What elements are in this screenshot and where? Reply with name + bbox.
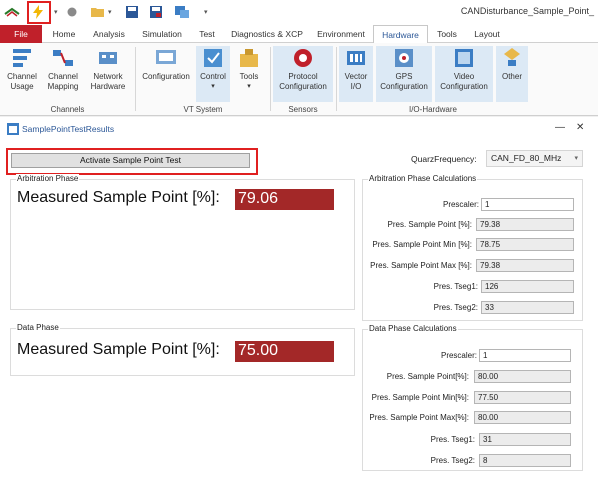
group-label-vt-system: VT System <box>183 105 223 114</box>
network-hardware-icon <box>96 46 120 70</box>
arb-tseg1-field: 126 <box>481 280 574 293</box>
arbitration-phase-title: Arbitration Phase <box>16 174 80 183</box>
window-title: SamplePointTestResults <box>22 124 115 134</box>
open-folder-icon[interactable] <box>90 4 106 20</box>
data-sample-point-min-field: 77.50 <box>474 391 571 404</box>
close-button[interactable]: ✕ <box>576 122 584 133</box>
tools-button[interactable]: Tools ▾ <box>232 46 266 92</box>
stop-measurement-icon[interactable] <box>64 4 80 20</box>
ribbon: Channel Usage Channel Mapping Network Ha… <box>0 43 598 116</box>
customize-dropdown-icon[interactable]: ▾ <box>204 8 208 16</box>
tab-tools[interactable]: Tools <box>432 25 462 43</box>
configuration-button[interactable]: Configuration <box>139 46 193 82</box>
arb-sample-point-field: 79.38 <box>476 218 574 231</box>
data-sample-point-max-field: 80.00 <box>474 411 571 424</box>
start-button-highlight <box>27 1 51 24</box>
group-separator <box>135 47 136 111</box>
data-tseg2-label: Pres. Tseg2: <box>430 456 475 465</box>
arb-sample-point-max-field: 79.38 <box>476 259 574 272</box>
data-measured-label: Measured Sample Point [%]: <box>17 341 220 358</box>
control-button[interactable]: Control ▾ <box>196 46 230 102</box>
data-tseg1-field: 31 <box>479 433 571 446</box>
tab-simulation[interactable]: Simulation <box>137 25 187 43</box>
data-sample-point-max-label: Pres. Sample Point Max[%]: <box>369 413 469 422</box>
window-icon <box>7 123 19 137</box>
quarz-frequency-label: QuarzFrequency: <box>411 154 477 164</box>
tab-home[interactable]: Home <box>47 25 81 43</box>
arb-tseg1-label: Pres. Tseg1: <box>433 282 478 291</box>
gps-icon <box>392 46 416 70</box>
video-configuration-button[interactable]: Video Configuration <box>435 46 493 102</box>
chevron-down-icon: ▾ <box>211 83 215 90</box>
tab-environment[interactable]: Environment <box>312 25 370 43</box>
channel-mapping-icon <box>51 46 75 70</box>
channel-mapping-button[interactable]: Channel Mapping <box>43 46 83 92</box>
arb-sample-point-max-label: Pres. Sample Point Max [%]: <box>370 261 472 270</box>
gps-configuration-button[interactable]: GPS Configuration <box>376 46 432 102</box>
minimize-button[interactable]: — <box>555 122 565 133</box>
data-sample-point-min-label: Pres. Sample Point Min[%]: <box>371 393 469 402</box>
arb-tseg2-label: Pres. Tseg2: <box>433 303 478 312</box>
arb-sample-point-min-label: Pres. Sample Point Min [%]: <box>372 240 472 249</box>
other-button[interactable]: Other <box>496 46 528 102</box>
activate-button-highlight <box>6 148 258 175</box>
chevron-down-icon: ▾ <box>574 155 578 162</box>
configuration-icon <box>154 46 178 70</box>
channel-usage-icon <box>10 46 34 70</box>
data-measured-value: 75.00 <box>235 341 334 362</box>
arbitration-measured-value: 79.06 <box>235 189 334 210</box>
network-hardware-button[interactable]: Network Hardware <box>86 46 130 92</box>
data-calc-title: Data Phase Calculations <box>368 324 458 333</box>
data-prescaler-label: Prescaler: <box>440 351 477 360</box>
dropdown-icon[interactable]: ▾ <box>54 8 58 16</box>
group-label-channels: Channels <box>50 105 85 114</box>
tab-analysis[interactable]: Analysis <box>86 25 132 43</box>
arbitration-calc-title: Arbitration Phase Calculations <box>368 174 478 183</box>
data-tseg2-field: 8 <box>479 454 571 467</box>
protocol-icon <box>291 46 315 70</box>
other-icon <box>500 46 524 70</box>
dropdown-icon[interactable]: ▾ <box>108 8 112 16</box>
arbitration-measured-label: Measured Sample Point [%]: <box>17 189 220 206</box>
arb-prescaler-field[interactable]: 1 <box>481 198 574 211</box>
chevron-down-icon: ▾ <box>247 83 251 90</box>
control-icon <box>201 46 225 70</box>
quarz-frequency-select[interactable]: CAN_FD_80_MHz ▾ <box>486 150 583 167</box>
arb-sample-point-min-field: 78.75 <box>476 238 574 251</box>
data-phase-title: Data Phase <box>16 323 60 332</box>
window-header: SamplePointTestResults — ✕ <box>0 117 598 141</box>
channel-usage-button[interactable]: Channel Usage <box>3 46 41 92</box>
group-separator <box>336 47 337 111</box>
app-title: CANDisturbance_Sample_Point_ <box>460 6 594 16</box>
arb-sample-point-label: Pres. Sample Point [%]: <box>387 220 472 229</box>
tab-hardware[interactable]: Hardware <box>373 25 428 44</box>
video-icon <box>452 46 476 70</box>
ribbon-tabs: File Home Analysis Simulation Test Diagn… <box>0 25 598 44</box>
group-label-io-hardware: I/O-Hardware <box>408 105 457 114</box>
tab-diagnostics[interactable]: Diagnostics & XCP <box>227 25 307 43</box>
group-separator <box>270 47 271 111</box>
canoe-logo-icon <box>4 4 20 20</box>
configuration-icon[interactable] <box>174 4 190 20</box>
quick-access-toolbar: ▾ ▾ ▾ CANDisturbance_Sample_Point_ <box>0 0 598 25</box>
tab-test[interactable]: Test <box>192 25 222 43</box>
data-tseg1-label: Pres. Tseg1: <box>430 435 475 444</box>
arb-tseg2-field: 33 <box>481 301 574 314</box>
arb-prescaler-label: Prescaler: <box>442 200 479 209</box>
tab-file[interactable]: File <box>0 25 42 43</box>
tools-icon <box>237 46 261 70</box>
vector-io-button[interactable]: Vector I/O <box>339 46 373 102</box>
tab-layout[interactable]: Layout <box>469 25 505 43</box>
protocol-configuration-button[interactable]: Protocol Configuration <box>273 46 333 102</box>
data-prescaler-field[interactable]: 1 <box>479 349 571 362</box>
data-sample-point-field: 80.00 <box>474 370 571 383</box>
save-icon[interactable] <box>124 4 140 20</box>
vector-io-icon <box>344 46 368 70</box>
data-sample-point-label: Pres. Sample Point[%]: <box>386 372 469 381</box>
group-label-sensors: Sensors <box>288 105 318 114</box>
save-as-icon[interactable] <box>148 4 164 20</box>
